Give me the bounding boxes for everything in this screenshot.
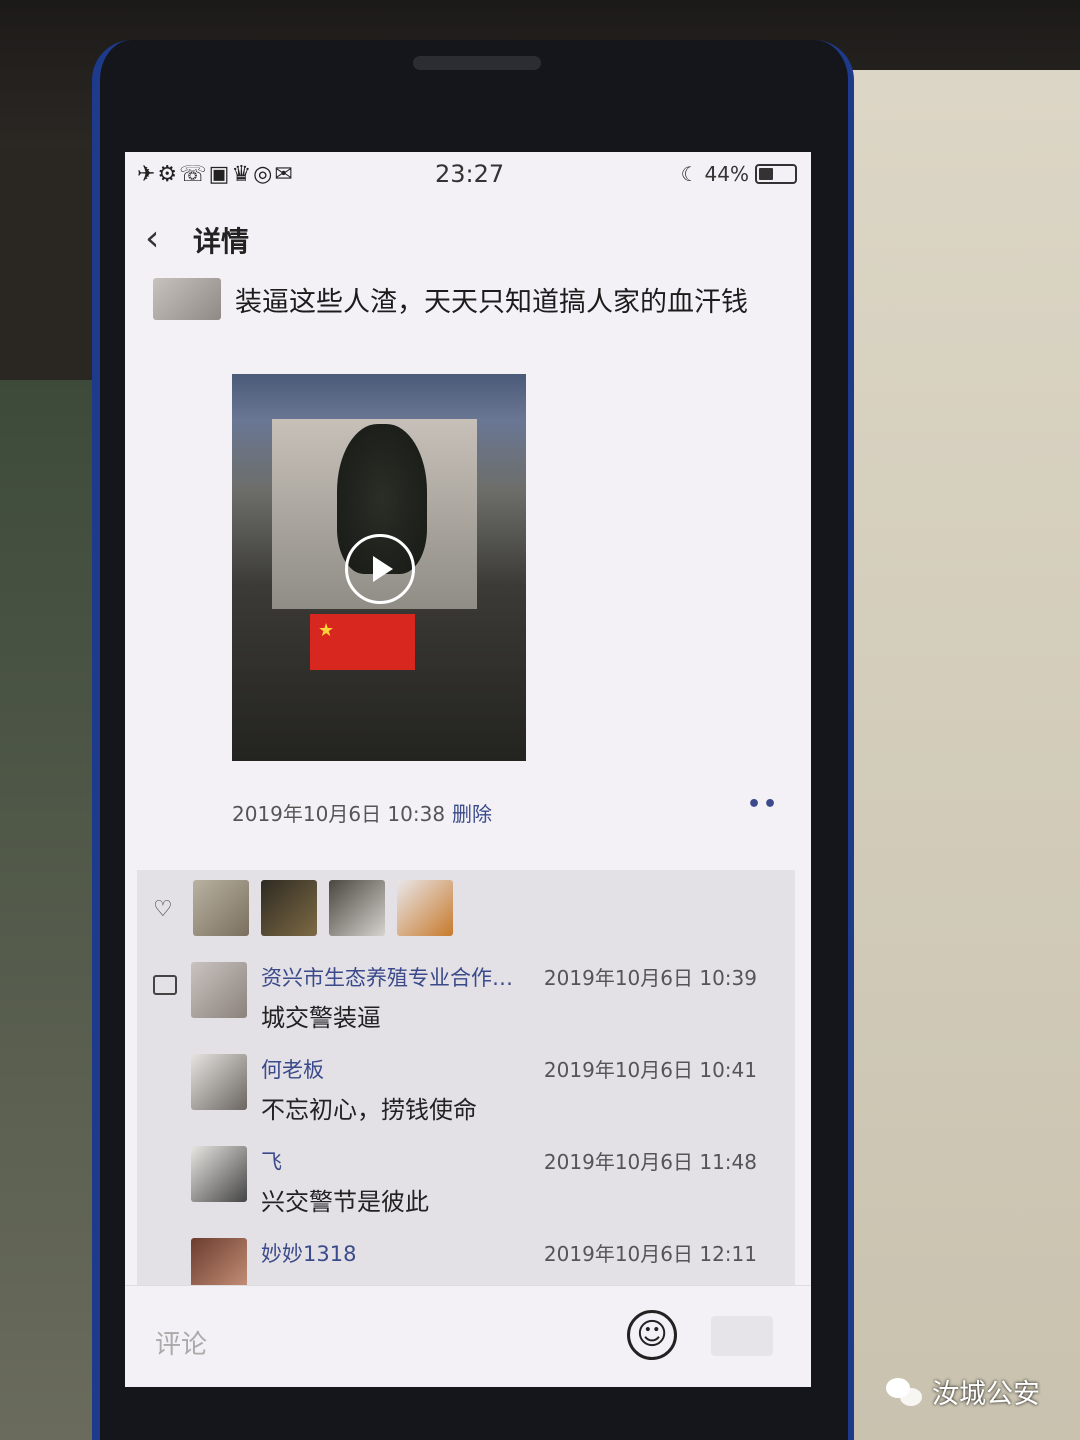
notification-icons: ✈⚙☏▣♛◎✉ — [137, 162, 295, 187]
comment-input[interactable]: 评论 — [155, 1324, 207, 1361]
nav-bar: ‹ 详情 — [125, 210, 811, 270]
post-timestamp: 2019年10月6日 10:38 — [232, 802, 446, 826]
moon-icon: ☾ — [680, 162, 699, 186]
phone-screen: ✈⚙☏▣♛◎✉ 23:27 ☾ 44% ‹ 详情 装逼这些人渣，天天只知道搞人家… — [125, 152, 811, 1387]
comment-item[interactable]: 何老板 2019年10月6日 10:41 不忘初心，捞钱使命 — [191, 1054, 795, 1124]
like-avatar[interactable] — [261, 880, 317, 936]
page-title: 详情 — [193, 225, 250, 258]
status-time: 23:27 — [435, 160, 505, 188]
watermark: 汝城公安 — [886, 1372, 1040, 1411]
comment-time: 2019年10月6日 10:41 — [543, 1058, 757, 1082]
like-avatar[interactable] — [193, 880, 249, 936]
play-icon[interactable] — [345, 534, 415, 604]
commenter-name[interactable]: 妙妙1318 — [261, 1238, 356, 1268]
like-avatar[interactable] — [397, 880, 453, 936]
comment-text: 不忘初心，捞钱使命 — [261, 1096, 477, 1124]
video-thumbnail[interactable]: ★ — [232, 374, 526, 761]
battery-icon — [755, 164, 797, 184]
comment-item[interactable]: 飞 2019年10月6日 11:48 兴交警节是彼此 — [191, 1146, 795, 1216]
status-right: ☾ 44% — [681, 162, 797, 186]
commenter-avatar[interactable] — [191, 1054, 247, 1110]
commenter-name[interactable]: 资兴市生态养殖专业合作… — [261, 962, 513, 992]
battery-percent: 44% — [704, 162, 749, 186]
delete-button[interactable]: 删除 — [452, 798, 492, 827]
comment-input-bar: 评论 ☺ — [125, 1285, 811, 1387]
emoji-icon[interactable]: ☺ — [627, 1310, 677, 1360]
flag-image: ★ — [310, 614, 415, 670]
status-bar: ✈⚙☏▣♛◎✉ 23:27 ☾ 44% — [125, 152, 811, 202]
commenter-name[interactable]: 飞 — [261, 1146, 282, 1176]
likes-avatars — [193, 880, 453, 936]
comment-text: 兴交警节是彼此 — [261, 1188, 429, 1216]
watermark-text: 汝城公安 — [932, 1379, 1040, 1410]
post-text: 装逼这些人渣，天天只知道搞人家的血汗钱 — [235, 287, 748, 318]
like-avatar[interactable] — [329, 880, 385, 936]
comment-time: 2019年10月6日 12:11 — [543, 1242, 757, 1266]
heart-icon: ♡ — [153, 897, 173, 922]
commenter-name[interactable]: 何老板 — [261, 1054, 324, 1084]
wechat-logo-icon — [886, 1376, 924, 1408]
comment-icon — [153, 975, 177, 995]
commenter-avatar[interactable] — [191, 962, 247, 1018]
commenter-avatar[interactable] — [191, 1146, 247, 1202]
phone-speaker — [413, 56, 541, 70]
comment-time: 2019年10月6日 11:48 — [543, 1150, 757, 1174]
send-button[interactable] — [711, 1316, 773, 1356]
more-options-icon[interactable]: •• — [747, 792, 779, 817]
comment-time: 2019年10月6日 10:39 — [543, 966, 757, 990]
comment-item[interactable]: 妙妙1318 2019年10月6日 12:11 — [191, 1238, 795, 1294]
post-author-avatar[interactable] — [153, 278, 221, 320]
background-table — [820, 70, 1080, 1440]
back-chevron-icon[interactable]: ‹ — [145, 218, 159, 259]
comment-item[interactable]: 资兴市生态养殖专业合作… 2019年10月6日 10:39 城交警装逼 — [191, 962, 795, 1032]
comment-text: 城交警装逼 — [261, 1004, 381, 1032]
